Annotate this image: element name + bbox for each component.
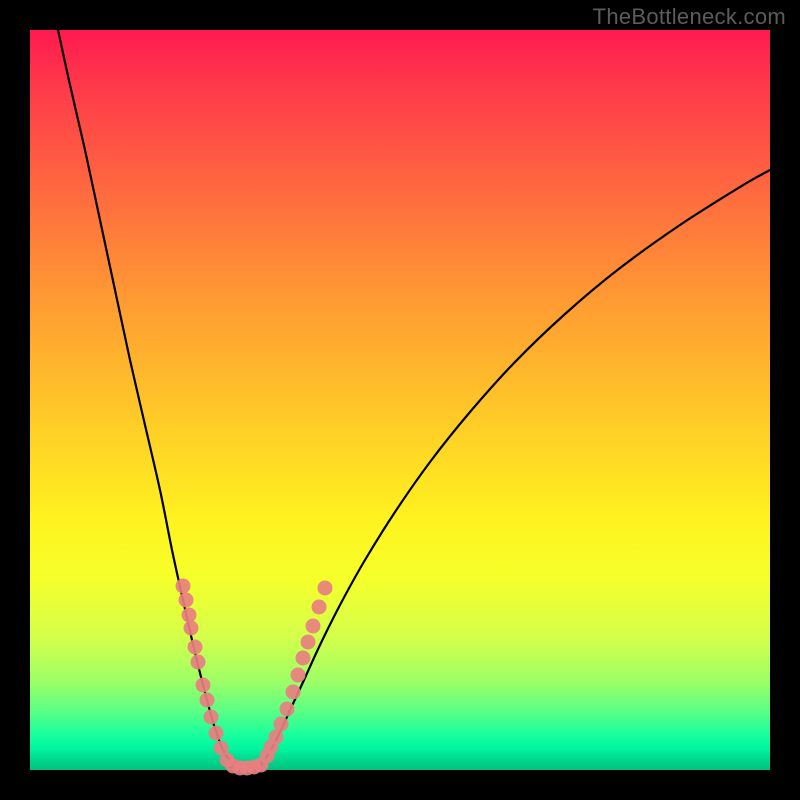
chart-dot: [286, 685, 301, 700]
chart-dot: [209, 726, 224, 741]
chart-dot: [312, 600, 327, 615]
chart-dot: [269, 730, 284, 745]
chart-svg: [30, 30, 770, 770]
chart-dot: [274, 717, 289, 732]
chart-dot: [188, 640, 203, 655]
chart-dot: [196, 678, 211, 693]
chart-dot: [318, 581, 333, 596]
chart-dot: [179, 593, 194, 608]
chart-dot: [182, 608, 197, 623]
chart-dot: [204, 710, 219, 725]
chart-dot: [191, 655, 206, 670]
chart-frame: TheBottleneck.com: [0, 0, 800, 800]
chart-dot: [301, 635, 316, 650]
chart-dot: [306, 619, 321, 634]
curve-right: [260, 170, 770, 765]
chart-dot: [296, 651, 311, 666]
chart-dots: [176, 579, 333, 776]
chart-plot-area: [30, 30, 770, 770]
curve-left: [58, 30, 240, 765]
chart-dot: [200, 693, 215, 708]
chart-dot: [176, 579, 191, 594]
chart-dot: [280, 702, 295, 717]
chart-dot: [291, 668, 306, 683]
chart-dot: [184, 621, 199, 636]
watermark-label: TheBottleneck.com: [593, 4, 786, 30]
